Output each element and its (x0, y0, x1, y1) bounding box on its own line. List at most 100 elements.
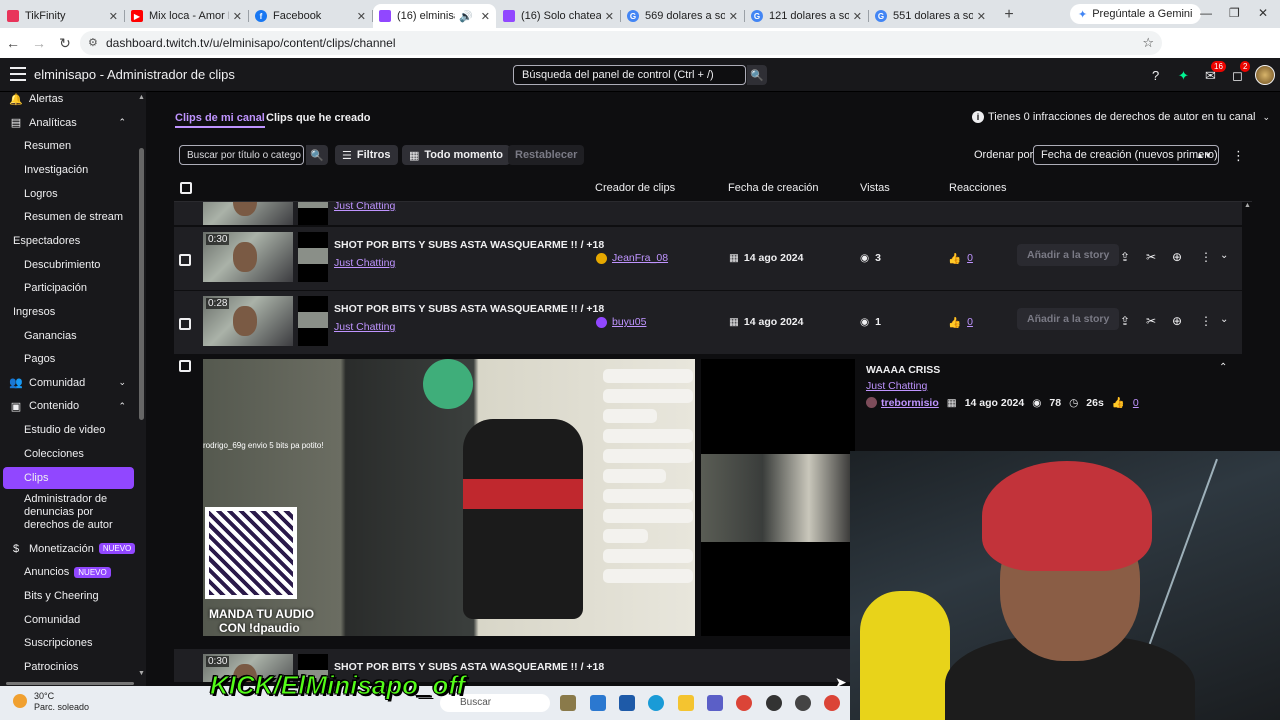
edge-icon[interactable] (648, 695, 664, 711)
dashboard-search-input[interactable] (513, 65, 746, 85)
hamburger-menu-icon[interactable] (10, 67, 26, 81)
close-tab-icon[interactable]: ✕ (233, 10, 242, 23)
teams-icon[interactable] (707, 695, 723, 711)
prime-icon[interactable]: ✦ (1178, 68, 1189, 84)
clip-creator[interactable]: JeanFra_08 (596, 252, 668, 264)
sidebar-item-clips[interactable]: Clips (3, 467, 134, 490)
clip-category[interactable]: Just Chatting (334, 321, 395, 333)
clip-search-input[interactable] (179, 145, 304, 165)
tab-clips-i-created[interactable]: Clips que he creado (266, 112, 371, 124)
sidebar-item-contenido[interactable]: ▣ Contenido ⌃ (0, 395, 146, 417)
clip-thumbnail[interactable]: 0:30 (203, 232, 293, 282)
close-tab-icon[interactable]: ✕ (853, 10, 862, 23)
more-options-icon[interactable]: ⋮ (1200, 250, 1212, 264)
clip-category[interactable]: Just Chatting (334, 257, 395, 269)
obs-icon[interactable] (766, 695, 782, 711)
chevron-down-icon[interactable]: ⌄ (1220, 250, 1228, 261)
sidebar-item-resumen-de-stream[interactable]: Resumen de stream (0, 206, 146, 228)
close-tab-icon[interactable]: ✕ (481, 10, 490, 23)
sidebar-item-descubrimiento[interactable]: Descubrimiento (0, 254, 146, 276)
outlook-icon[interactable] (590, 695, 606, 711)
help-icon[interactable]: ? (1152, 68, 1159, 83)
sidebar-item-monetización[interactable]: $ Monetización NUEVO (0, 538, 146, 560)
gemini-button[interactable]: ✦ Pregúntale a Gemini (1070, 4, 1201, 24)
clip-reactions[interactable]: 👍 0 (948, 316, 973, 329)
file-explorer-icon[interactable] (678, 695, 694, 711)
forward-icon[interactable]: → (26, 35, 52, 51)
clip-thumbnail[interactable] (203, 202, 293, 225)
new-tab-button[interactable]: + (998, 4, 1020, 26)
speaker-icon[interactable]: 🔊 (459, 10, 473, 23)
browser-tab[interactable]: (16) Solo chateando✕ (497, 4, 621, 28)
chevron-up-icon[interactable]: ⌃ (1219, 362, 1227, 373)
store-icon[interactable] (619, 695, 635, 711)
app-icon[interactable] (795, 695, 811, 711)
column-views[interactable]: Vistas (860, 182, 890, 194)
sidebar-item-estudio-de-video[interactable]: Estudio de video (0, 419, 146, 441)
sidebar-item-comunidad[interactable]: Comunidad (0, 609, 146, 631)
url-field[interactable]: ⚙ dashboard.twitch.tv/u/elminisapo/conte… (80, 31, 1162, 55)
sidebar-item-analíticas[interactable]: ▤ Analíticas ⌃ (0, 112, 146, 134)
bookmark-star-icon[interactable]: ☆ (1142, 35, 1154, 51)
more-options-icon[interactable]: ⋮ (1232, 148, 1245, 164)
chevron-down-icon[interactable]: ⌄ (118, 377, 126, 388)
table-row[interactable]: 0:30 SHOT POR BITS Y SUBS ASTA WASQUEARM… (174, 227, 1242, 291)
add-circle-icon[interactable]: ⊕ (1172, 314, 1182, 328)
browser-tab[interactable]: TikFinity ✕ (1, 4, 125, 28)
column-date[interactable]: Fecha de creación (728, 182, 819, 194)
search-icon[interactable]: 🔍 (747, 65, 767, 85)
browser-tab-active[interactable]: (16) elminisapo🔊✕ (373, 4, 496, 28)
clip-title[interactable]: SHOT POR BITS Y SUBS ASTA WASQUEARME !! … (334, 239, 604, 251)
clip-title[interactable]: SHOT POR BITS Y SUBS ASTA WASQUEARME !! … (334, 303, 604, 315)
weather-widget[interactable]: 30°C Parc. soleado (34, 691, 89, 713)
sidebar-item-comunidad[interactable]: 👥 Comunidad ⌄ (0, 372, 146, 394)
clip-video-player[interactable]: rodrigo_69g envio 5 bits pa potito! MAND… (203, 359, 695, 636)
row-checkbox[interactable] (179, 318, 191, 330)
back-icon[interactable]: ← (0, 35, 26, 51)
add-to-story-button[interactable]: Añadir a la story (1017, 308, 1120, 330)
column-reactions[interactable]: Reacciones (949, 182, 1006, 194)
close-tab-icon[interactable]: ✕ (109, 10, 118, 23)
browser-tab[interactable]: G569 dolares a soles -✕ (621, 4, 745, 28)
scissors-icon[interactable]: ✂ (1146, 250, 1156, 264)
sidebar-item-participación[interactable]: Participación (0, 277, 146, 299)
browser-tab[interactable]: ▶Mix loca - Amor Rebe✕ (125, 4, 249, 28)
sidebar-item-espectadores[interactable]: Espectadores (0, 230, 146, 252)
clip-title[interactable]: WAAAA CRISS (866, 364, 940, 376)
column-creator[interactable]: Creador de clips (595, 182, 675, 194)
scroll-up-icon[interactable]: ▲ (138, 94, 145, 101)
copyright-infractions-notice[interactable]: i Tienes 0 infracciones de derechos de au… (972, 111, 1270, 123)
chevron-up-icon[interactable]: ⌃ (118, 117, 126, 128)
reload-icon[interactable]: ↻ (52, 35, 78, 52)
sidebar-item-colecciones[interactable]: Colecciones (0, 443, 146, 465)
sidebar-item-suscripciones[interactable]: Suscripciones (0, 632, 146, 654)
browser-tab[interactable]: f Facebook ✕ (249, 4, 373, 28)
more-options-icon[interactable]: ⋮ (1200, 314, 1212, 328)
sidebar-item-ganancias[interactable]: Ganancias (0, 325, 146, 347)
sidebar-item-investigación[interactable]: Investigación (0, 159, 146, 181)
sidebar-item-patrocinios[interactable]: Patrocinios (0, 656, 146, 678)
restore-icon[interactable]: ❐ (1229, 6, 1240, 20)
weather-icon[interactable] (13, 694, 27, 708)
table-row[interactable]: Just Chatting (174, 202, 1242, 226)
scroll-down-icon[interactable]: ▼ (138, 670, 145, 677)
horizontal-scroll-thumb[interactable] (6, 682, 134, 685)
filters-button[interactable]: ☰ Filtros (335, 145, 398, 165)
browser-tab[interactable]: G551 dolares a soles -✕ (869, 4, 992, 28)
clip-reactions[interactable]: 👍 0 (948, 252, 973, 265)
sidebar-item-administrador-de-denuncias-por-derechos-de-autor[interactable]: Administrador de denuncias por derechos … (0, 490, 146, 534)
clip-category[interactable]: Just Chatting (866, 380, 927, 392)
clip-category[interactable]: Just Chatting (334, 202, 395, 212)
site-settings-icon[interactable]: ⚙ (88, 36, 98, 49)
sidebar-item-bits-y-cheering[interactable]: Bits y Cheering (0, 585, 146, 607)
browser-tab[interactable]: G121 dolares a soles -✕ (745, 4, 869, 28)
table-scroll-up-icon[interactable]: ▲ (1244, 202, 1251, 209)
clip-creator[interactable]: trebormisio (866, 397, 939, 409)
sidebar-item-logros[interactable]: Logros (0, 183, 146, 205)
sidebar-item-pagos[interactable]: Pagos (0, 348, 146, 370)
minimize-icon[interactable]: — (1200, 6, 1212, 20)
share-icon[interactable]: ⇪ (1120, 250, 1130, 264)
sidebar-item-resumen[interactable]: Resumen (0, 135, 146, 157)
chevron-down-icon[interactable]: ⌄ (1220, 314, 1228, 325)
table-row[interactable]: 0:28 SHOT POR BITS Y SUBS ASTA WASQUEARM… (174, 291, 1242, 355)
